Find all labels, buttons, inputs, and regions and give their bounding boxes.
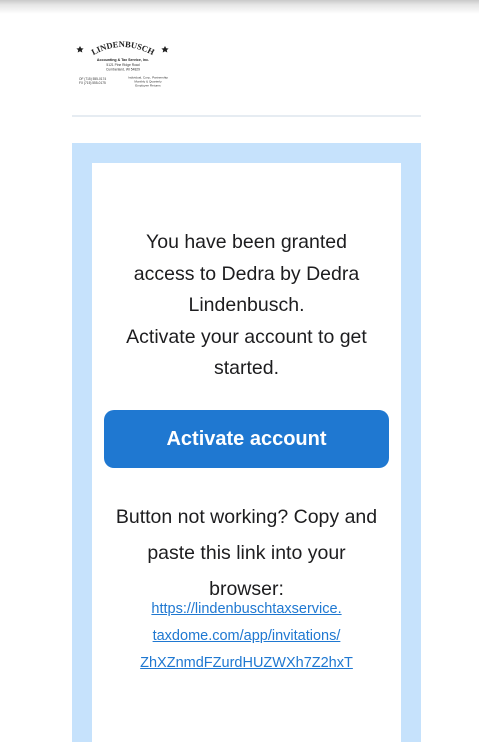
invitation-link[interactable]: https://lindenbuschtaxservice. taxdome.c… bbox=[140, 601, 353, 671]
logo-company-name: Accounting & Tax Service, Inc. bbox=[97, 58, 149, 62]
invitation-message: You have been granted access to Dedra by… bbox=[92, 227, 401, 385]
company-logo: LINDENBUSCH Accounting & Tax Service, In… bbox=[74, 36, 174, 94]
message-line: You have been granted bbox=[146, 231, 347, 253]
star-icon bbox=[76, 46, 84, 53]
top-shadow bbox=[0, 0, 479, 14]
invitation-link-line2: taxdome.com/app/invitations/ bbox=[152, 628, 341, 644]
message-line: started. bbox=[213, 357, 280, 379]
fallback-line: Button not working? Copy and bbox=[115, 506, 378, 528]
star-icon bbox=[161, 46, 169, 53]
logo-brand-name: LINDENBUSCH bbox=[90, 39, 157, 57]
logo-address-line1: 5121 Pine Ridge Road bbox=[106, 63, 139, 67]
fallback-instructions: Button not working? Copy and paste this … bbox=[92, 499, 401, 607]
logo-address-line2: Cumberland, WI 54829 bbox=[106, 68, 140, 72]
invitation-link-line3: ZhXZnmdFZurdHUZWXh7Z2hxT bbox=[140, 655, 353, 671]
header-divider bbox=[72, 115, 421, 117]
message-line: Lindenbusch. bbox=[188, 294, 305, 316]
logo-phone-line2: FX (715) 555-0175 bbox=[79, 81, 106, 85]
logo-services-line3: Employee Returns bbox=[135, 84, 161, 88]
invitation-link-line1: https://lindenbuschtaxservice. bbox=[151, 601, 342, 617]
invitation-link-block: https://lindenbuschtaxservice. taxdome.c… bbox=[92, 596, 401, 677]
activate-account-button[interactable]: Activate account bbox=[104, 410, 389, 468]
message-line: access to Dedra by Dedra bbox=[133, 262, 360, 285]
invitation-card: You have been granted access to Dedra by… bbox=[92, 163, 401, 742]
message-line: Activate your account to get bbox=[126, 325, 367, 348]
fallback-line: paste this link into your bbox=[147, 542, 346, 564]
email-frame: You have been granted access to Dedra by… bbox=[72, 143, 421, 742]
